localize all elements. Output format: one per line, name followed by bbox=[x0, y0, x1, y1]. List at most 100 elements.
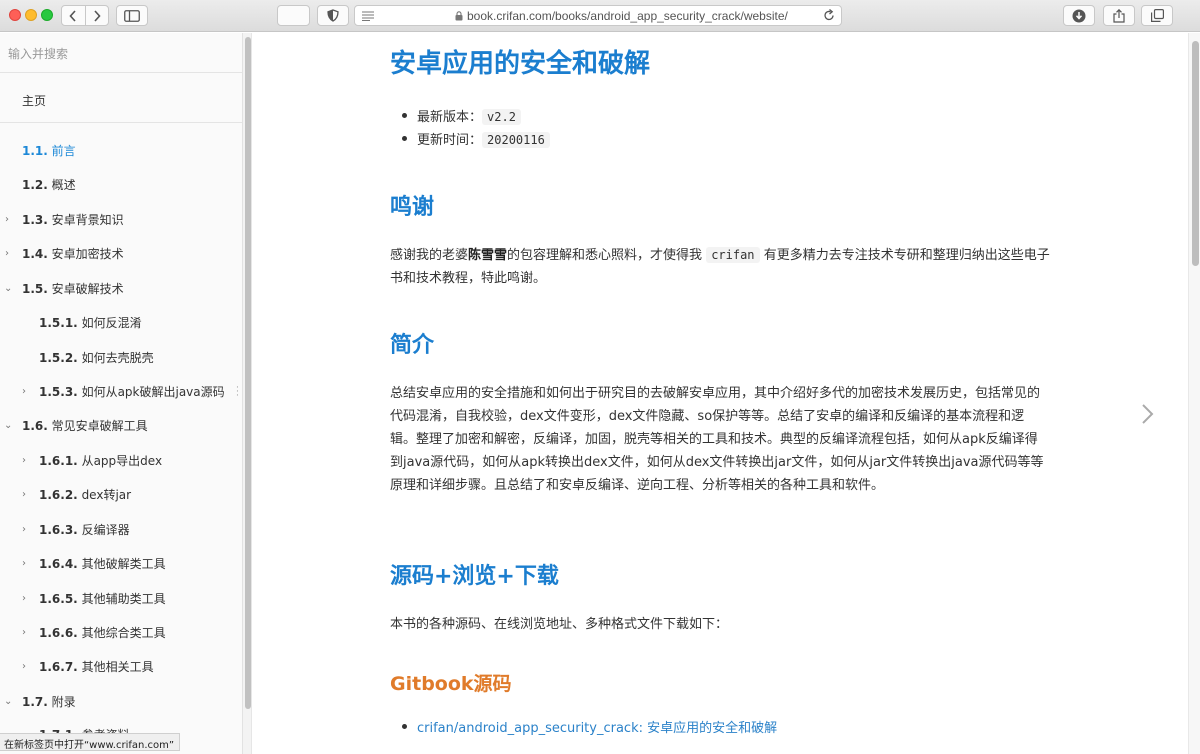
version-value: v2.2 bbox=[482, 109, 521, 125]
sidebar-item-deobfuscate[interactable]: 1.5.1. 如何反混淆 bbox=[39, 314, 142, 334]
reload-icon[interactable] bbox=[823, 9, 835, 22]
downloads-button[interactable] bbox=[1063, 5, 1095, 26]
sidebar-item-dex-to-jar[interactable]: › 1.6.2. dex转jar bbox=[0, 486, 131, 506]
url-display: book.crifan.com/books/android_app_securi… bbox=[455, 9, 788, 23]
forward-button[interactable] bbox=[84, 6, 109, 25]
book-sidebar: 输入并搜索 主页 1.1. 前言 1.2. 概述 › 1.3. 安卓背景知识 ›… bbox=[0, 33, 252, 754]
share-button[interactable] bbox=[1103, 5, 1135, 26]
sidebar-item-label: 前言 bbox=[51, 144, 76, 158]
section-heading-thanks: 鸣谢 bbox=[390, 195, 435, 220]
sidebar-item-number: 1.6.1. bbox=[39, 454, 78, 468]
search-input[interactable]: 输入并搜索 bbox=[0, 33, 251, 73]
window-zoom-button[interactable] bbox=[41, 9, 53, 21]
sidebar-item-number: 1.2. bbox=[22, 178, 48, 192]
sidebar-item-label: 如何从apk破解出java源码 bbox=[81, 385, 225, 399]
sidebar-item-number: 1.5.2. bbox=[39, 351, 78, 365]
sidebar-item-home[interactable]: 主页 bbox=[0, 73, 251, 123]
sidebar-item-decompiler[interactable]: › 1.6.3. 反编译器 bbox=[0, 521, 130, 541]
sidebar-item-label: 常见安卓破解工具 bbox=[51, 419, 148, 433]
meta-label: 最新版本： bbox=[417, 110, 483, 125]
sidebar-resize-handle[interactable]: · · · bbox=[236, 384, 239, 401]
sidebar-item-label: 其他辅助类工具 bbox=[81, 592, 166, 606]
sidebar-item-label: 其他综合类工具 bbox=[81, 626, 166, 640]
sidebar-item-other-crack-tools[interactable]: › 1.6.4. 其他破解类工具 bbox=[0, 555, 166, 575]
show-tabs-button[interactable] bbox=[1141, 5, 1173, 26]
sidebar-item-number: 1.6.4. bbox=[39, 557, 78, 571]
page-scrollbar[interactable] bbox=[1188, 33, 1200, 754]
blank-toolbar-button[interactable] bbox=[277, 5, 310, 26]
update-date-value: 20200116 bbox=[482, 132, 550, 148]
privacy-report-button[interactable] bbox=[317, 5, 349, 26]
chevron-right-icon[interactable]: › bbox=[22, 594, 32, 604]
chevron-down-icon[interactable]: ⌄ bbox=[4, 697, 14, 707]
source-paragraph: 本书的各种源码、在线浏览地址、多种格式文件下载如下： bbox=[390, 617, 729, 632]
window-minimize-button[interactable] bbox=[25, 9, 37, 21]
shield-icon bbox=[327, 9, 339, 22]
sidebar-item-label: dex转jar bbox=[81, 488, 132, 502]
sidebar-item-label: 其他相关工具 bbox=[81, 660, 154, 674]
sidebar-item-label: 安卓破解技术 bbox=[51, 282, 124, 296]
address-bar[interactable]: book.crifan.com/books/android_app_securi… bbox=[354, 5, 842, 26]
sidebar-item-tools[interactable]: ⌄ 1.6. 常见安卓破解工具 bbox=[0, 417, 148, 437]
sidebar-item-label: 概述 bbox=[51, 178, 76, 192]
sidebar-item-number: 1.6. bbox=[22, 419, 48, 433]
sidebar-item-label: 从app导出dex bbox=[81, 454, 163, 468]
sidebar-item-number: 1.5.3. bbox=[39, 385, 78, 399]
chevron-right-icon[interactable]: › bbox=[22, 456, 32, 466]
sidebar-item-unpack[interactable]: 1.5.2. 如何去壳脱壳 bbox=[39, 349, 154, 369]
chevron-right-icon[interactable]: › bbox=[22, 525, 32, 535]
history-navigation bbox=[61, 5, 109, 26]
chevron-right-icon[interactable]: › bbox=[5, 249, 15, 259]
sidebar-item-label: 反编译器 bbox=[81, 523, 130, 537]
chevron-right-icon[interactable]: › bbox=[22, 662, 32, 672]
meta-list: 最新版本： v2.2 更新时间： 20200116 bbox=[400, 106, 550, 152]
reader-mode-icon[interactable] bbox=[362, 11, 374, 21]
chevron-right-icon[interactable]: › bbox=[22, 628, 32, 638]
sidebar-item-label: 附录 bbox=[51, 695, 76, 709]
tabs-overview-icon bbox=[1150, 9, 1164, 22]
sidebar-toggle-button[interactable] bbox=[116, 5, 148, 26]
sidebar-icon bbox=[124, 9, 140, 22]
chevron-down-icon[interactable]: ⌄ bbox=[4, 284, 14, 294]
sidebar-item-cracking[interactable]: ⌄ 1.5. 安卓破解技术 bbox=[0, 280, 124, 300]
sidebar-scrollbar-thumb[interactable] bbox=[245, 37, 251, 709]
sidebar-item-appendix[interactable]: ⌄ 1.7. 附录 bbox=[0, 693, 76, 713]
section-heading-source: 源码+浏览+下载 bbox=[390, 564, 559, 589]
sidebar-item-other-related-tools[interactable]: › 1.6.7. 其他相关工具 bbox=[0, 658, 154, 678]
thanks-name: 陈雪雪 bbox=[468, 248, 508, 263]
sidebar-item-number: 1.4. bbox=[22, 247, 48, 261]
sidebar-item-background[interactable]: › 1.3. 安卓背景知识 bbox=[0, 211, 124, 231]
section-heading-intro: 简介 bbox=[390, 333, 435, 358]
next-page-arrow-icon[interactable] bbox=[1141, 403, 1155, 425]
sidebar-item-encryption[interactable]: › 1.4. 安卓加密技术 bbox=[0, 245, 124, 265]
sidebar-item-number: 1.6.6. bbox=[39, 626, 78, 640]
section-heading-gitbook: Gitbook源码 bbox=[390, 673, 512, 695]
intro-paragraph: 总结安卓应用的安全措施和如何出于研究目的去破解安卓应用，其中介绍好多代的加密技术… bbox=[390, 386, 1044, 493]
chevron-left-icon bbox=[69, 9, 76, 22]
sidebar-item-number: 1.5.1. bbox=[39, 316, 78, 330]
sidebar-item-number: 1.7. bbox=[22, 695, 48, 709]
gitbook-source-link[interactable]: crifan/android_app_security_crack: 安卓应用的… bbox=[417, 721, 777, 736]
chevron-right-icon[interactable]: › bbox=[22, 559, 32, 569]
sidebar-item-preface[interactable]: 1.1. 前言 bbox=[22, 142, 76, 162]
list-item: 更新时间： 20200116 bbox=[400, 129, 550, 152]
window-close-button[interactable] bbox=[9, 9, 21, 21]
sidebar-item-label: 如何去壳脱壳 bbox=[81, 351, 154, 365]
sidebar-item-export-dex[interactable]: › 1.6.1. 从app导出dex bbox=[0, 452, 162, 472]
sidebar-scrollbar[interactable] bbox=[242, 33, 251, 754]
page-scrollbar-thumb[interactable] bbox=[1192, 41, 1199, 266]
chevron-right-icon[interactable]: › bbox=[22, 387, 32, 397]
gitbook-list: crifan/android_app_security_crack: 安卓应用的… bbox=[400, 717, 777, 740]
chevron-right-icon[interactable]: › bbox=[22, 490, 32, 500]
share-icon bbox=[1113, 8, 1125, 23]
chevron-down-icon[interactable]: ⌄ bbox=[4, 421, 14, 431]
author-code: crifan bbox=[706, 247, 760, 263]
sidebar-item-overview[interactable]: 1.2. 概述 bbox=[22, 176, 76, 196]
sidebar-item-other-helper-tools[interactable]: › 1.6.5. 其他辅助类工具 bbox=[0, 590, 166, 610]
back-button[interactable] bbox=[62, 6, 85, 25]
sidebar-item-number: 1.1. bbox=[22, 144, 48, 158]
list-item: crifan/android_app_security_crack: 安卓应用的… bbox=[400, 717, 777, 740]
sidebar-item-apk-to-java[interactable]: › 1.5.3. 如何从apk破解出java源码 bbox=[0, 383, 225, 403]
sidebar-item-other-integrated-tools[interactable]: › 1.6.6. 其他综合类工具 bbox=[0, 624, 166, 644]
chevron-right-icon[interactable]: › bbox=[5, 215, 15, 225]
